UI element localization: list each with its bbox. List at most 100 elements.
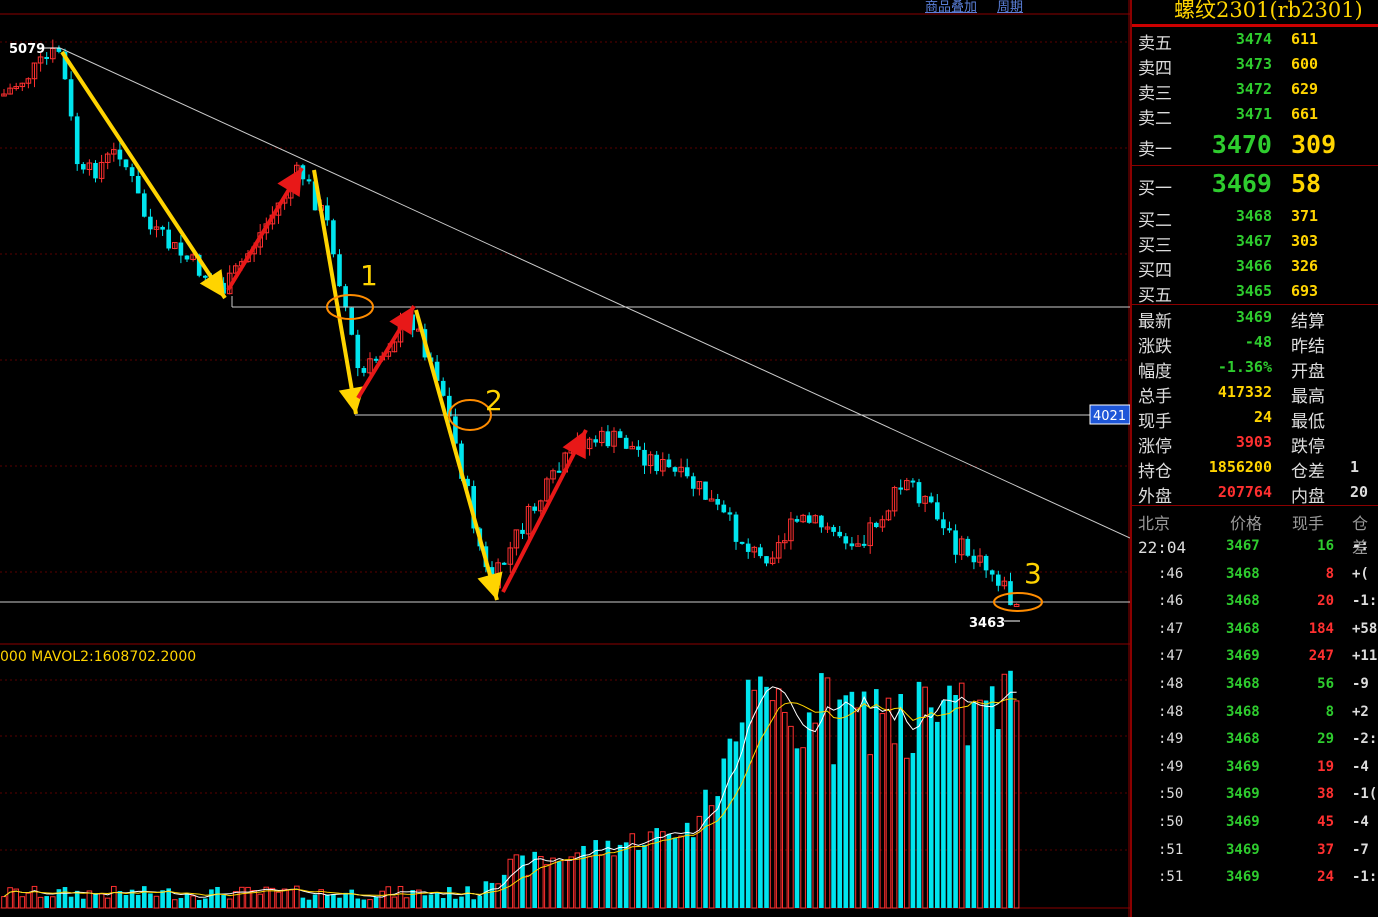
stat-label-2: 开盘 <box>1291 362 1325 382</box>
volume-bar <box>257 893 263 909</box>
volume-bar <box>782 711 788 909</box>
volume-bar <box>678 835 684 909</box>
level-label: 卖五 <box>1138 34 1172 54</box>
volume-bar <box>855 707 861 909</box>
tick-oi-change: -1( <box>1352 786 1378 803</box>
volume-bar <box>287 889 294 909</box>
candle-body <box>965 538 971 556</box>
price-tag: 4021 <box>1093 409 1126 424</box>
candle-body <box>123 159 129 168</box>
tick-price: 3469 <box>1226 786 1260 803</box>
volume-bar <box>538 856 544 909</box>
volume-bar <box>397 885 404 909</box>
volume-bar <box>44 896 49 908</box>
volume-bar <box>617 844 623 908</box>
volume-bar <box>599 854 605 909</box>
tick-oi-change: +( <box>1352 565 1369 582</box>
stat-row: 幅度 -1.36% 开盘 <box>1132 355 1378 382</box>
bid1-row[interactable]: 买一 3469 58 <box>1132 166 1378 204</box>
volume-bar <box>910 752 916 908</box>
volume-bar <box>306 899 312 908</box>
volume-bar <box>477 895 483 908</box>
stat-row: 最新 3469 结算 <box>1132 305 1378 332</box>
volume-bar <box>958 682 965 909</box>
volume-bar <box>568 856 575 909</box>
volume-bar <box>989 686 995 908</box>
volume-bar <box>758 676 763 908</box>
volume-bar <box>691 837 696 908</box>
volume-bar <box>111 885 117 909</box>
volume-bar <box>611 855 617 909</box>
ask1-row[interactable]: 卖一 3470 309 <box>1132 127 1378 165</box>
volume-bar <box>465 886 470 908</box>
candle-body <box>794 519 800 522</box>
candle-body <box>556 470 562 473</box>
kline-chart[interactable]: 5079 3463 4021 1 2 3 000 MAVOL2:1608702.… <box>0 0 1130 917</box>
orderbook-row[interactable]: 卖四 3473 600 <box>1132 52 1378 79</box>
candle-body <box>135 176 141 194</box>
orderbook-row[interactable]: 买三 3467 303 <box>1132 229 1378 256</box>
stat-row: 涨停 3903 跌停 <box>1132 430 1378 457</box>
volume-bar <box>385 886 392 909</box>
volume-bar <box>898 694 903 908</box>
candle-body <box>831 527 836 532</box>
tick-oi-change: +11 <box>1352 648 1378 665</box>
volume-bar <box>1 896 7 909</box>
volume-bar <box>312 894 318 908</box>
drawings-overlay <box>0 47 1130 622</box>
candle-body <box>56 48 62 52</box>
volume-bar <box>642 844 647 908</box>
candle-body <box>666 459 672 468</box>
candle-body <box>916 482 922 504</box>
candle-body <box>989 570 995 575</box>
tick-oi-change: -9 <box>1352 675 1369 692</box>
volume-bar <box>904 757 910 909</box>
stat-label-2: 结算 <box>1291 312 1325 332</box>
orderbook-row[interactable]: 买五 3465 693 <box>1132 279 1378 306</box>
candle-body <box>373 358 379 361</box>
tick-row: :51 3469 37 -7 <box>1132 836 1378 864</box>
volume-bar <box>666 833 672 908</box>
low-price-label: 3463 <box>969 616 1005 631</box>
orderbook-row[interactable]: 卖五 3474 611 <box>1132 27 1378 54</box>
volume-bar <box>733 741 739 908</box>
orderbook-row[interactable]: 卖二 3471 661 <box>1132 102 1378 129</box>
volume-bar <box>226 898 233 909</box>
candle-body <box>745 543 751 552</box>
volume-bar <box>117 891 123 908</box>
candle-body <box>623 437 629 449</box>
volume-bar <box>50 896 56 909</box>
candle-body <box>81 164 86 170</box>
tick-price: 3468 <box>1226 703 1260 720</box>
tick-row: :48 3468 8 +2 <box>1132 698 1378 726</box>
candle-body <box>672 467 678 472</box>
candle-body <box>947 528 952 531</box>
candle-body <box>501 562 507 565</box>
volume-bar <box>391 896 398 909</box>
stat-label-2: 最低 <box>1291 412 1325 432</box>
volume-bar <box>965 745 971 908</box>
volume-bar <box>501 874 507 908</box>
stat-value: 3903 <box>1235 433 1272 451</box>
volume-bar <box>928 707 934 908</box>
volume-bar <box>507 858 514 909</box>
annotation-3: 3 <box>1024 557 1042 590</box>
volume-bar <box>922 686 928 909</box>
volume-bar <box>239 886 245 909</box>
level-volume: 693 <box>1291 282 1319 300</box>
stat-label-2: 仓差 <box>1291 462 1325 482</box>
tick-row: :49 3469 19 -4 <box>1132 753 1378 781</box>
volume-bar <box>867 754 874 909</box>
level-price: 3474 <box>1235 30 1272 48</box>
volume-bar <box>874 689 879 908</box>
orderbook-row[interactable]: 卖三 3472 629 <box>1132 77 1378 104</box>
tick-row: :49 3468 29 -2: <box>1132 725 1378 753</box>
orderbook-row[interactable]: 买四 3466 326 <box>1132 254 1378 281</box>
tick-price: 3469 <box>1226 648 1260 665</box>
candle-body <box>703 481 708 500</box>
level-label: 买三 <box>1138 236 1172 256</box>
volume-bar <box>148 893 153 908</box>
annotation-1: 1 <box>360 259 378 292</box>
orderbook-row[interactable]: 买二 3468 371 <box>1132 204 1378 231</box>
tick-time: :47 <box>1158 648 1184 665</box>
